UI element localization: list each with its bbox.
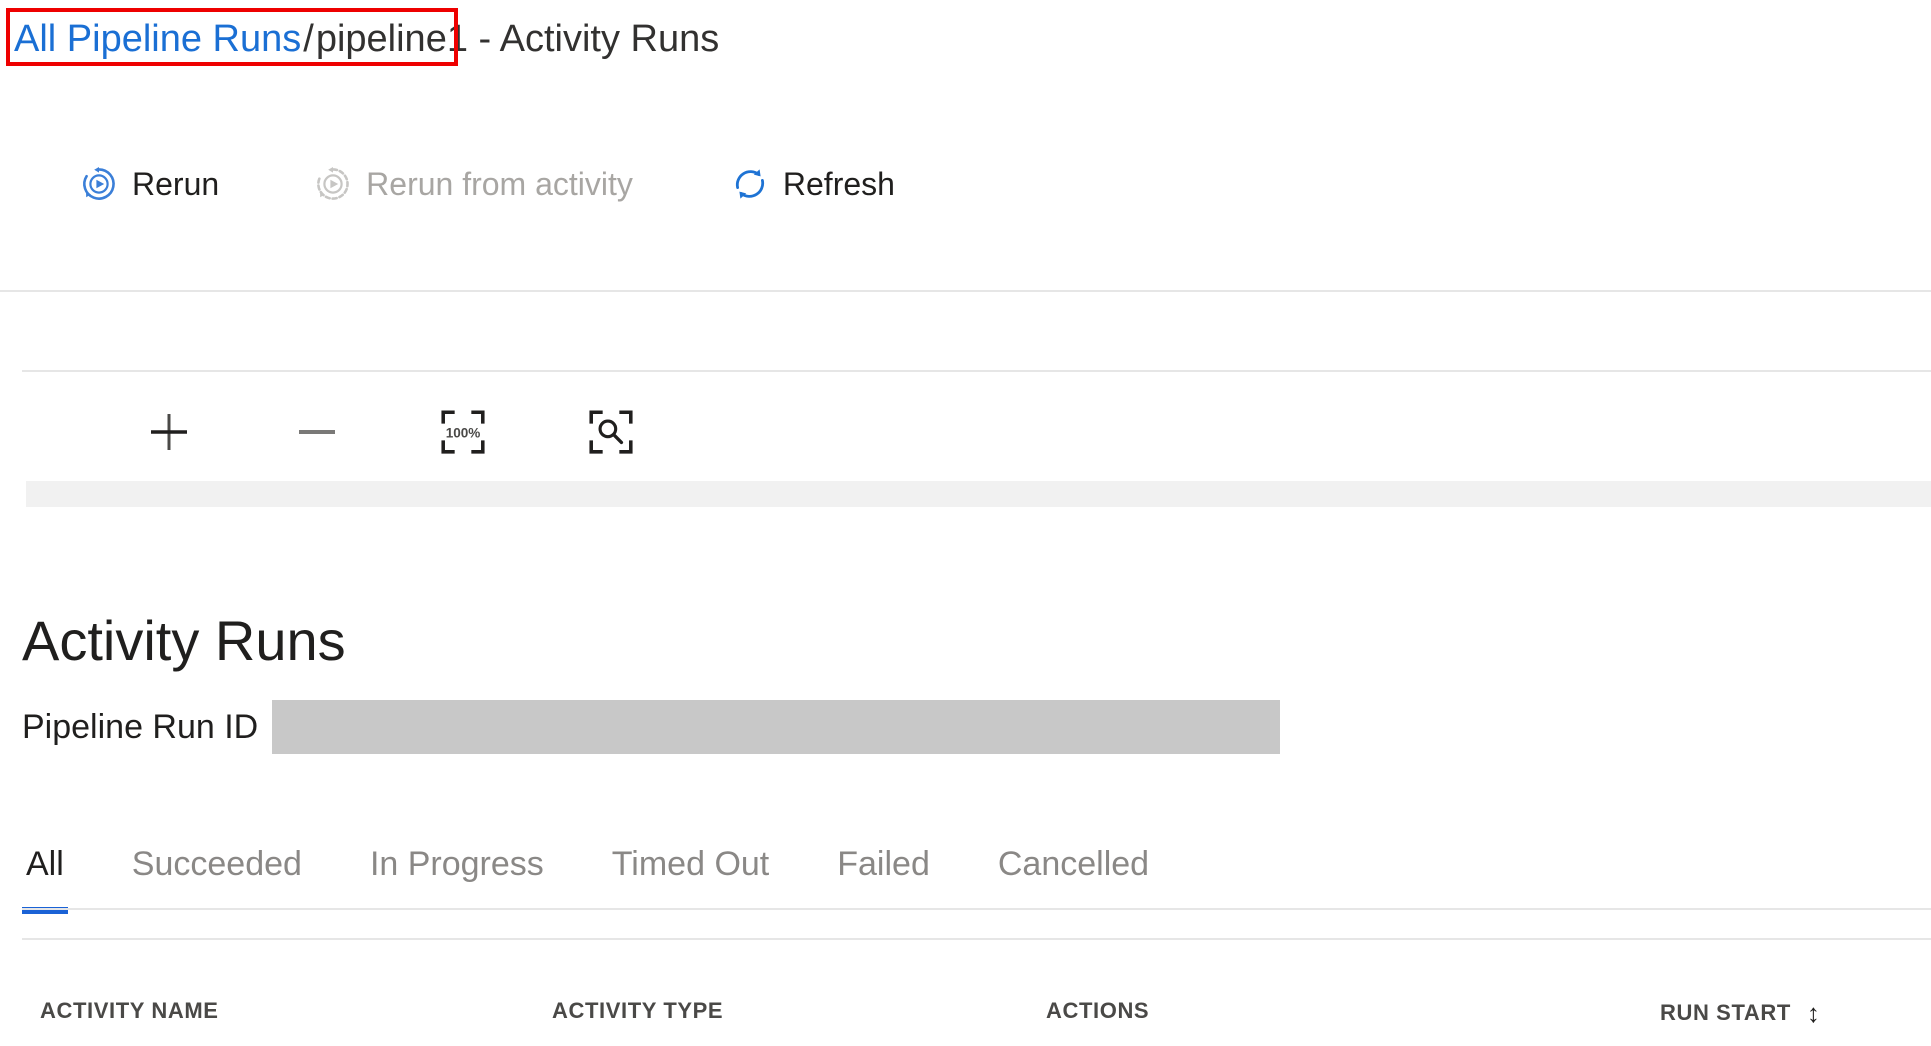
rerun-icon [80, 165, 118, 203]
refresh-button[interactable]: Refresh [721, 154, 905, 214]
column-header-run-start[interactable]: RUN START ↕ [1660, 998, 1820, 1029]
tab-timed-out[interactable]: Timed Out [608, 820, 773, 908]
column-header-activity-name-label: ACTIVITY NAME [40, 998, 219, 1023]
tab-failed-label: Failed [837, 845, 930, 883]
breadcrumb-current-page: pipeline1 - Activity Runs [315, 18, 720, 60]
column-header-run-start-label: RUN START [1660, 1000, 1791, 1025]
zoom-in-button[interactable] [128, 393, 210, 471]
tab-cancelled-label: Cancelled [997, 845, 1150, 883]
tab-succeeded-label: Succeeded [131, 845, 302, 883]
command-bar: Rerun Rerun from activity Refresh [0, 130, 1931, 238]
tab-succeeded[interactable]: Succeeded [128, 820, 306, 908]
tab-cancelled[interactable]: Cancelled [994, 820, 1153, 908]
zoom-100-percent-icon: 100% [438, 407, 488, 457]
minus-icon [293, 408, 341, 456]
status-filter-tabs: All Succeeded In Progress Timed Out Fail… [0, 820, 1931, 914]
rerun-button[interactable]: Rerun [70, 154, 229, 214]
pipeline-run-id-label: Pipeline Run ID [22, 708, 259, 746]
tab-timed-out-label: Timed Out [611, 845, 770, 883]
column-header-activity-name[interactable]: ACTIVITY NAME [40, 998, 219, 1024]
zoom-out-button[interactable] [276, 393, 358, 471]
activity-runs-page: All Pipeline Runs/pipeline1 - Activity R… [0, 0, 1931, 1046]
canvas-zoom-toolbar: 100% [0, 388, 1931, 476]
tab-in-progress[interactable]: In Progress [366, 820, 548, 908]
tab-all-label: All [26, 845, 64, 883]
rerun-from-activity-icon [314, 165, 352, 203]
breadcrumb-link-all-pipeline-runs[interactable]: All Pipeline Runs [14, 18, 301, 60]
command-bar-divider [0, 290, 1931, 292]
tabs-divider [22, 908, 1931, 910]
column-header-activity-type[interactable]: ACTIVITY TYPE [552, 998, 723, 1024]
tab-all[interactable]: All [22, 820, 68, 914]
refresh-icon [731, 165, 769, 203]
pipeline-run-id-value[interactable] [272, 700, 1281, 754]
rerun-button-label: Rerun [132, 166, 220, 202]
rerun-from-activity-button[interactable]: Rerun from activity [304, 154, 643, 214]
canvas-bottom-band [26, 481, 1931, 507]
zoom-to-fit-button[interactable] [570, 393, 652, 471]
zoom-100-percent-button[interactable]: 100% [422, 393, 504, 471]
breadcrumb: All Pipeline Runs/pipeline1 - Activity R… [14, 14, 719, 64]
tab-in-progress-label: In Progress [369, 845, 544, 883]
rerun-from-activity-button-label: Rerun from activity [366, 166, 633, 202]
column-header-activity-type-label: ACTIVITY TYPE [552, 998, 724, 1023]
column-header-actions[interactable]: ACTIONS [1046, 998, 1149, 1024]
pipeline-run-id-row: Pipeline Run ID [22, 700, 1281, 754]
canvas-top-divider [22, 370, 1931, 372]
plus-icon [145, 408, 193, 456]
svg-text:100%: 100% [446, 426, 481, 441]
sort-arrows-icon[interactable]: ↕ [1807, 998, 1821, 1029]
refresh-button-label: Refresh [782, 166, 895, 202]
breadcrumb-separator: / [303, 18, 314, 60]
tab-failed[interactable]: Failed [833, 820, 934, 908]
table-header-divider [22, 938, 1931, 940]
zoom-to-fit-icon [586, 407, 636, 457]
activity-runs-table-header: ACTIVITY NAME ACTIVITY TYPE ACTIONS RUN … [0, 938, 1931, 1046]
column-header-actions-label: ACTIONS [1046, 998, 1150, 1023]
page-title: Activity Runs [22, 608, 346, 672]
